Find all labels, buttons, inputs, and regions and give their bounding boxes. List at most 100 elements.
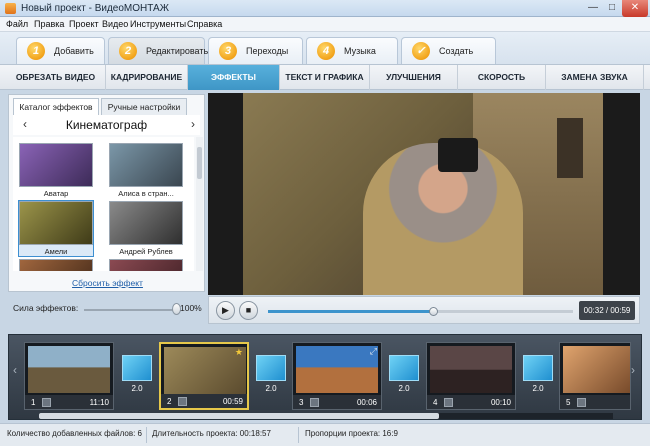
clip-number: 2 bbox=[167, 397, 172, 406]
reset-effect-link[interactable]: Сбросить эффект bbox=[9, 278, 206, 288]
step-add[interactable]: 1 Добавить bbox=[16, 37, 105, 64]
video-preview bbox=[208, 93, 640, 295]
menu-project[interactable]: Проект bbox=[69, 19, 99, 29]
menu-edit[interactable]: Правка bbox=[34, 19, 64, 29]
step-number-icon: 3 bbox=[219, 42, 237, 60]
check-icon: ✓ bbox=[412, 42, 430, 60]
effect-preview-image bbox=[19, 201, 93, 245]
step-tabs: 1 Добавить 2 Редактировать 3 Переходы 4 … bbox=[0, 32, 650, 64]
progress-handle[interactable] bbox=[428, 307, 438, 316]
tool-speed[interactable]: СКОРОСТЬ bbox=[458, 65, 546, 90]
effect-thumbnail-selected[interactable]: Амели bbox=[18, 200, 94, 257]
timeline-clip[interactable]: 5 bbox=[559, 342, 631, 410]
effect-thumbnail[interactable]: Аватар bbox=[19, 143, 93, 198]
edit-clip-icon[interactable] bbox=[42, 398, 51, 407]
strength-slider-track[interactable] bbox=[84, 309, 176, 311]
timeline-scrollbar[interactable] bbox=[39, 413, 613, 419]
timeline-left-arrow-icon[interactable]: ‹ bbox=[13, 363, 17, 377]
step-edit[interactable]: 2 Редактировать bbox=[108, 37, 208, 64]
edit-clip-icon[interactable] bbox=[577, 398, 586, 407]
window-title: Новый проект - ВидеоМОНТАЖ bbox=[21, 3, 169, 14]
edit-clip-icon[interactable] bbox=[444, 398, 453, 407]
clip-info-bar: 5 bbox=[560, 395, 630, 409]
effect-thumbnail[interactable] bbox=[19, 259, 93, 271]
status-aspect-ratio: Пропорции проекта: 16:9 bbox=[305, 429, 398, 438]
timeline-clip-selected[interactable]: ★ 2 00:59 bbox=[159, 342, 249, 410]
effect-strength: Сила эффектов: 100% bbox=[8, 296, 205, 320]
menu-help[interactable]: Справка bbox=[187, 19, 222, 29]
clip-thumbnail bbox=[296, 346, 378, 393]
transition-duration: 2.0 bbox=[532, 384, 544, 393]
effects-scrollbar[interactable] bbox=[196, 137, 203, 271]
tool-trim-video[interactable]: ОБРЕЗАТЬ ВИДЕО bbox=[6, 65, 106, 90]
scrollbar-thumb[interactable] bbox=[39, 413, 439, 419]
effect-preview-image bbox=[109, 143, 183, 187]
tool-replace-sound[interactable]: ЗАМЕНА ЗВУКА bbox=[546, 65, 644, 90]
effect-thumbnail[interactable]: Алиса в стран... bbox=[109, 143, 183, 198]
step-create[interactable]: ✓ Создать bbox=[401, 37, 496, 64]
clip-duration: 00:06 bbox=[356, 398, 377, 407]
minimize-button[interactable]: — bbox=[584, 0, 602, 17]
clip-info-bar: 4 00:10 bbox=[427, 395, 515, 409]
close-button[interactable]: ✕ bbox=[622, 0, 648, 17]
transition-duration: 2.0 bbox=[131, 384, 143, 393]
playback-progress[interactable] bbox=[268, 307, 573, 316]
tab-manual-settings[interactable]: Ручные настройки bbox=[101, 98, 187, 115]
clip-number: 4 bbox=[433, 398, 438, 407]
timeline-clip[interactable]: 4 00:10 bbox=[426, 342, 516, 410]
effects-grid: Аватар Алиса в стран... Амели Андрей Руб… bbox=[13, 137, 194, 271]
step-label: Переходы bbox=[246, 46, 289, 56]
effect-preview-image bbox=[109, 259, 183, 271]
step-number-icon: 2 bbox=[119, 42, 137, 60]
edit-clip-icon[interactable] bbox=[178, 397, 187, 406]
strength-value: 100% bbox=[180, 303, 202, 313]
step-label: Создать bbox=[439, 46, 474, 56]
step-music[interactable]: 4 Музыка bbox=[306, 37, 398, 64]
clip-thumbnail bbox=[430, 346, 512, 393]
category-title: Кинематограф bbox=[65, 118, 148, 132]
transition[interactable]: 2.0 bbox=[122, 355, 152, 395]
transition[interactable]: 2.0 bbox=[523, 355, 553, 395]
title-bar: Новый проект - ВидеоМОНТАЖ — □ ✕ bbox=[0, 0, 650, 17]
step-number-icon: 1 bbox=[27, 42, 45, 60]
clip-info-bar: 2 00:59 bbox=[161, 394, 247, 408]
menu-bar: Файл Правка Проект Видео Инструменты Спр… bbox=[0, 17, 650, 32]
effect-label: Амели bbox=[44, 247, 68, 256]
clip-number: 5 bbox=[566, 398, 571, 407]
transition[interactable]: 2.0 bbox=[389, 355, 419, 395]
effect-label: Алиса в стран... bbox=[118, 189, 174, 198]
tab-effects-catalog[interactable]: Каталог эффектов bbox=[13, 98, 99, 115]
star-icon: ★ bbox=[234, 347, 243, 357]
timeline-right-arrow-icon[interactable]: › bbox=[631, 363, 635, 377]
effect-thumbnail[interactable] bbox=[109, 259, 183, 271]
clip-info-bar: 3 00:06 bbox=[293, 395, 381, 409]
tool-enhancements[interactable]: УЛУЧШЕНИЯ bbox=[370, 65, 458, 90]
clip-info-bar: 1 11:10 bbox=[25, 395, 113, 409]
next-category-icon[interactable]: › bbox=[191, 117, 195, 131]
timeline: ‹ 1 11:10 2.0 ★ 2 00:59 2.0 ⤢ 3 00:06 2.… bbox=[8, 334, 642, 420]
transition-icon bbox=[523, 355, 553, 381]
play-button[interactable]: ▶ bbox=[216, 301, 235, 320]
step-transitions[interactable]: 3 Переходы bbox=[208, 37, 303, 64]
menu-file[interactable]: Файл bbox=[6, 19, 28, 29]
edit-clip-icon[interactable] bbox=[310, 398, 319, 407]
stop-button[interactable]: ■ bbox=[239, 301, 258, 320]
clip-number: 1 bbox=[31, 398, 36, 407]
transition-icon bbox=[389, 355, 419, 381]
scrollbar-thumb[interactable] bbox=[197, 147, 202, 179]
transition[interactable]: 2.0 bbox=[256, 355, 286, 395]
tool-text-graphics[interactable]: ТЕКСТ И ГРАФИКА bbox=[280, 65, 370, 90]
tool-effects[interactable]: ЭФФЕКТЫ bbox=[188, 65, 280, 90]
menu-tools[interactable]: Инструменты bbox=[130, 19, 186, 29]
status-file-count: Количество добавленных файлов: 6 bbox=[7, 429, 142, 438]
menu-video[interactable]: Видео bbox=[102, 19, 128, 29]
strength-label: Сила эффектов: bbox=[13, 303, 79, 313]
tool-crop[interactable]: КАДРИРОВАНИЕ bbox=[106, 65, 188, 90]
status-project-duration: Длительность проекта: 00:18:57 bbox=[152, 429, 271, 438]
timeline-clip[interactable]: 1 11:10 bbox=[24, 342, 114, 410]
clip-duration: 00:59 bbox=[222, 397, 243, 406]
transition-icon bbox=[256, 355, 286, 381]
timeline-clip[interactable]: ⤢ 3 00:06 bbox=[292, 342, 382, 410]
maximize-button[interactable]: □ bbox=[603, 0, 621, 17]
effect-thumbnail[interactable]: Андрей Рублев bbox=[109, 201, 183, 256]
